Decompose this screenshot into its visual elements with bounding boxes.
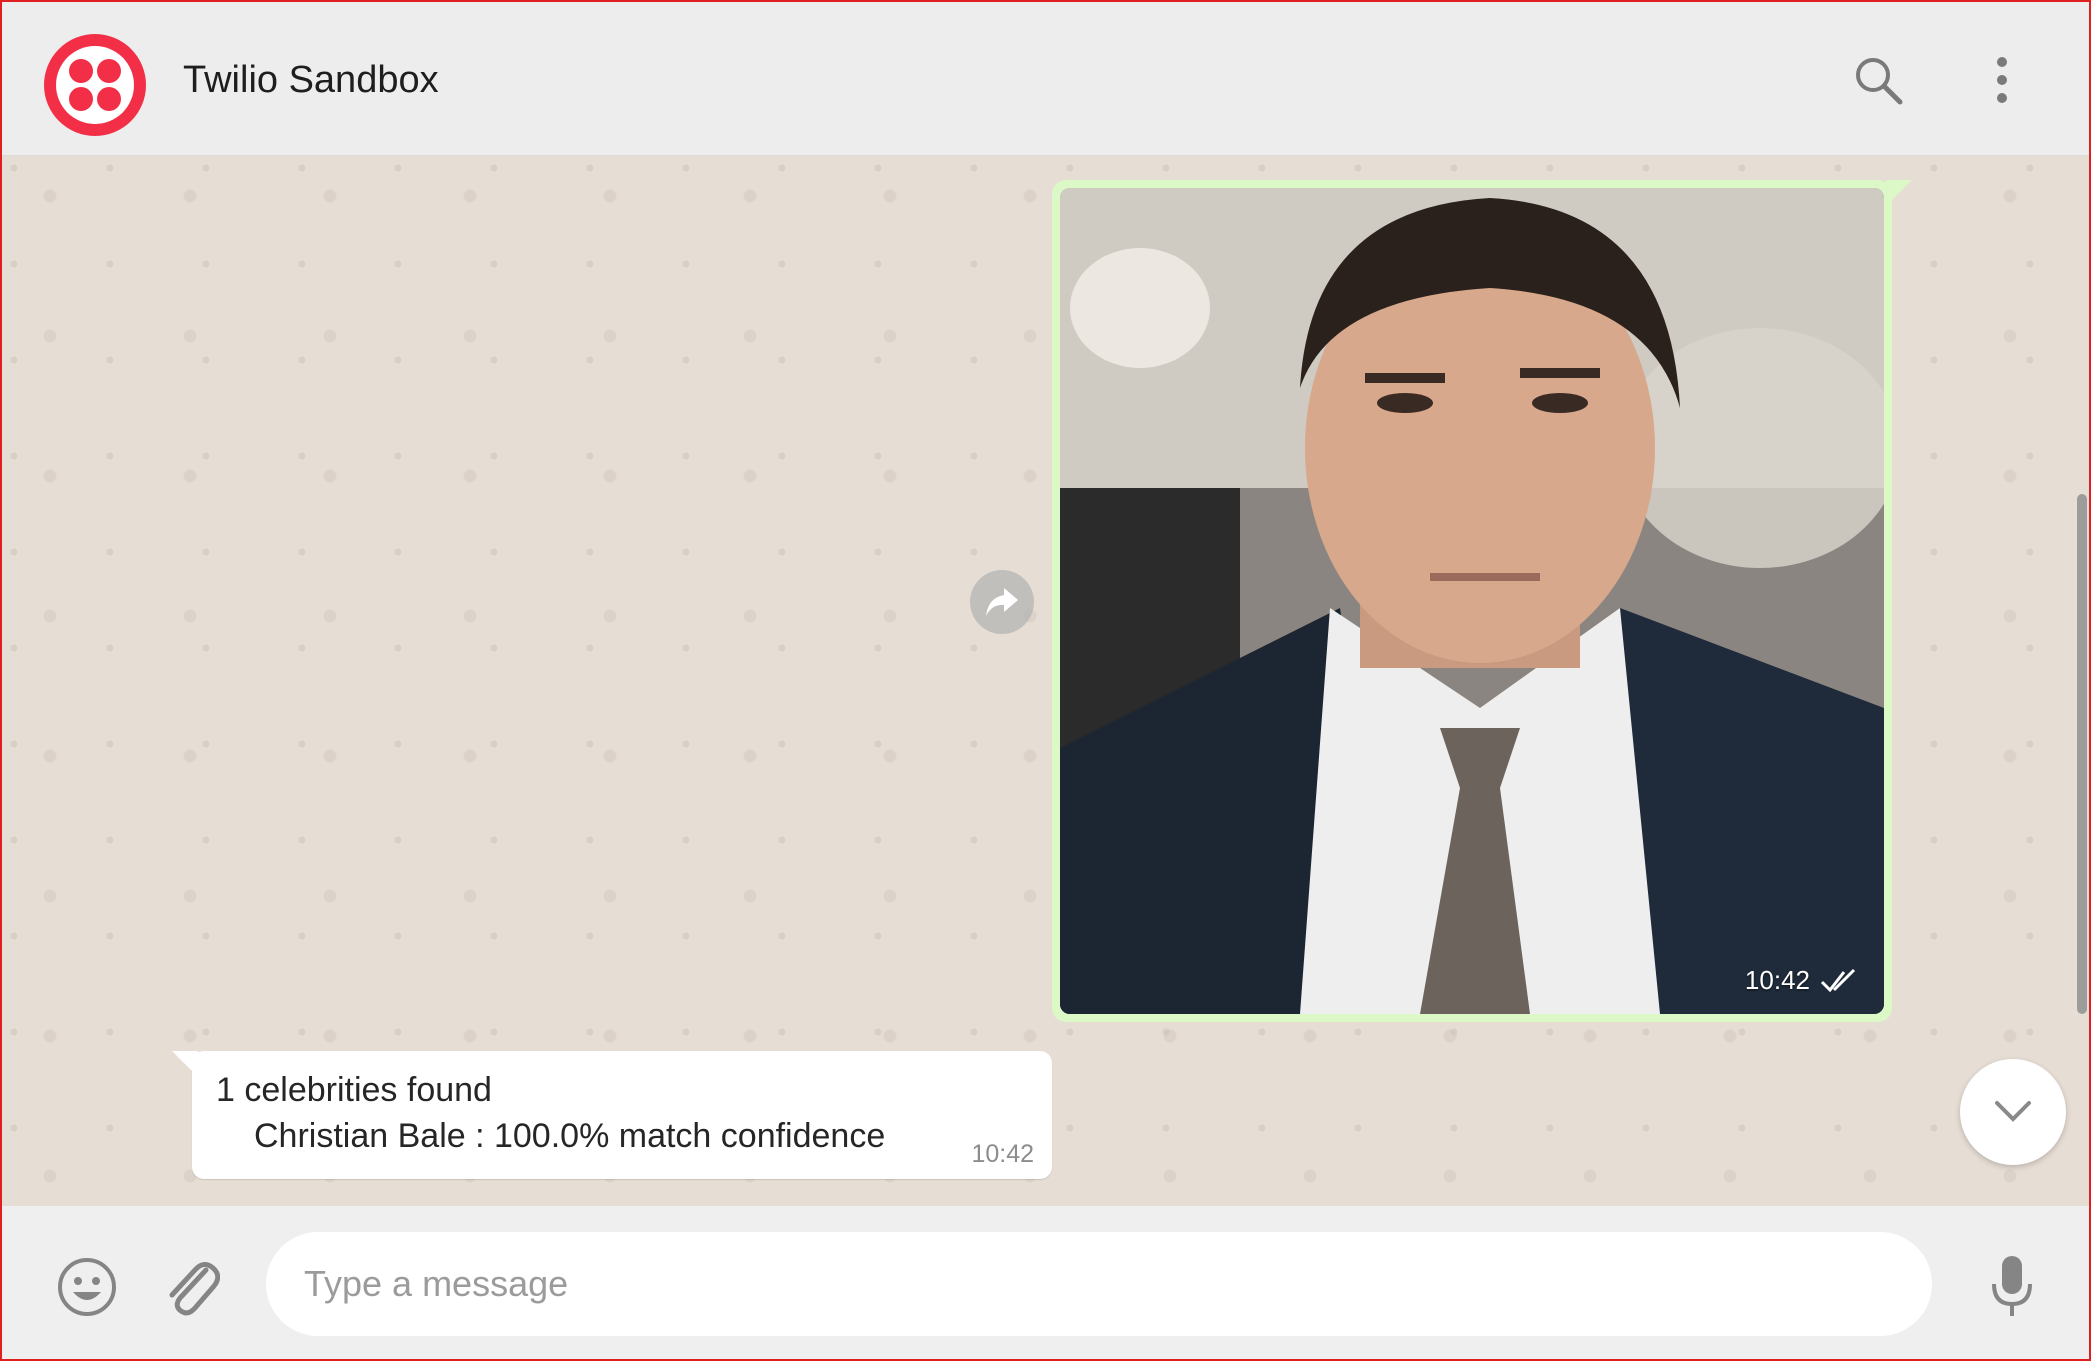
contact-name[interactable]: Twilio Sandbox [183, 59, 439, 102]
image-timestamp: 10:42 [1745, 965, 1858, 996]
message-composer [2, 1206, 2089, 1359]
message-input[interactable] [266, 1232, 1932, 1336]
image-time-text: 10:42 [1744, 965, 1810, 995]
incoming-text-message[interactable]: 1 celebrities found Christian Bale : 100… [172, 1051, 1052, 1179]
microphone-icon[interactable] [1990, 1254, 2034, 1320]
chat-header: Twilio Sandbox [2, 2, 2089, 156]
chevron-down-icon [1995, 1101, 2031, 1122]
emoji-icon[interactable] [56, 1256, 118, 1318]
message-text-line-2: Christian Bale : 100.0% match confidence [254, 1117, 886, 1155]
forward-button[interactable] [970, 570, 1034, 634]
whatsapp-web-window: Twilio Sandbox 10:42 1 celebrities found… [0, 0, 2091, 1361]
chat-scrollbar[interactable] [2077, 494, 2087, 1014]
bubble-tail [172, 1051, 198, 1077]
paperclip-icon[interactable] [162, 1256, 221, 1318]
twilio-logo-icon [56, 46, 134, 124]
message-text-line-1: 1 celebrities found [216, 1071, 492, 1109]
twilio-logo-avatar[interactable] [44, 34, 146, 136]
forward-icon [986, 588, 1018, 616]
message-timestamp: 10:42 [971, 1140, 1034, 1168]
search-icon[interactable] [1850, 52, 1906, 108]
message-photo[interactable]: 10:42 [1060, 188, 1884, 1014]
scroll-to-bottom-button[interactable] [1960, 1059, 2066, 1165]
double-check-icon [1820, 968, 1856, 992]
bubble-tail [1886, 180, 1912, 206]
more-vertical-icon[interactable] [1974, 52, 2030, 108]
outgoing-image-message[interactable]: 10:42 [1052, 180, 1912, 1022]
